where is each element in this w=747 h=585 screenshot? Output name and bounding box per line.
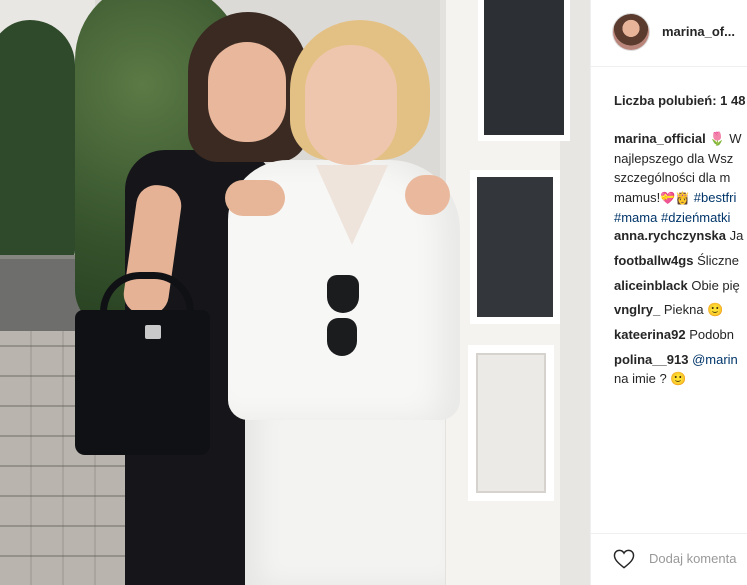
post-caption: marina_official 🌷 W najlepszego dla Wsz … [614, 129, 747, 228]
caption-emoji: 💝👸 [660, 190, 691, 205]
comment-text: Piekna 🙂 [663, 302, 724, 318]
comment-bar: Dodaj komenta [591, 533, 747, 585]
post-photo[interactable] [0, 0, 590, 585]
caption-text-2: najlepszego dla Wsz [614, 150, 734, 166]
photo-door-panel [468, 345, 554, 501]
comment-username-link[interactable]: aliceinblack [614, 278, 688, 293]
comment-username-link[interactable]: kateerina92 [614, 327, 686, 342]
comment-text: na imie ? 🙂 [614, 371, 687, 387]
comment-item: polina__913 @marin na imie ? 🙂 [614, 350, 747, 389]
comment-mention-link[interactable]: @marin [692, 352, 738, 367]
hashtag-mama[interactable]: #mama [614, 210, 657, 225]
comment-item: anna.rychczynska Ja [614, 226, 747, 251]
caption-text-3: szczególności dla m [614, 170, 731, 185]
comment-list: anna.rychczynska Ja footballw4gs Śliczne… [614, 226, 747, 389]
comment-item: footballw4gs Śliczne [614, 251, 747, 276]
photo-handbag-lock [145, 325, 161, 339]
photo-window-middle [470, 170, 560, 324]
comment-username-link[interactable]: footballw4gs [614, 253, 693, 268]
comment-text: Ja [729, 228, 744, 243]
post-header: marina_of... [591, 0, 747, 67]
comment-text: Śliczne [697, 252, 739, 268]
comment-username-link[interactable]: vnglry_ [614, 302, 660, 317]
post-sidebar: marina_of... Liczba polubień: 1 48 marin… [590, 0, 747, 585]
caption-text-1: 🌷 W [709, 131, 742, 146]
hashtag-bestfri[interactable]: #bestfri [694, 190, 737, 205]
caption-username-link[interactable]: marina_official [614, 131, 706, 146]
caption-text-4: mamus! [614, 189, 661, 205]
comment-item: aliceinblack Obie pię [614, 276, 747, 301]
avatar[interactable] [613, 14, 649, 50]
caption-line-5: #mama #dzieńmatki [614, 208, 747, 228]
hashtag-dzienmatki[interactable]: #dzieńmatki [661, 210, 730, 225]
header-username-link[interactable]: marina_of... [662, 24, 735, 39]
comment-item: vnglry_ Piekna 🙂 [614, 300, 747, 325]
photo-hand-on-shoulder [405, 175, 450, 215]
photo-sunglasses-lens-bottom [327, 318, 357, 356]
photo-handbag [75, 310, 210, 455]
photo-sunglasses-lens-top [327, 275, 359, 313]
likes-count[interactable]: Liczba polubień: 1 48 [614, 93, 745, 108]
comment-username-link[interactable]: polina__913 [614, 352, 688, 367]
photo-person-right-skirt [245, 400, 445, 585]
photo-person-right-face [305, 45, 397, 165]
heart-icon[interactable] [613, 549, 635, 569]
photo-window-top [478, 0, 570, 141]
comment-item: kateerina92 Podobn [614, 325, 747, 350]
photo-hand-left [225, 180, 285, 216]
add-comment-input[interactable]: Dodaj komenta [649, 551, 736, 566]
caption-line-1: marina_official 🌷 W [614, 129, 747, 149]
photo-shrub-left [0, 20, 75, 270]
comment-username-link[interactable]: anna.rychczynska [614, 228, 726, 243]
caption-line-4: mamus!💝👸 #bestfri [614, 188, 747, 209]
comment-text: Obie pię [691, 277, 740, 293]
comment-text: Podobn [689, 327, 735, 343]
photo-person-left-face [208, 42, 286, 142]
